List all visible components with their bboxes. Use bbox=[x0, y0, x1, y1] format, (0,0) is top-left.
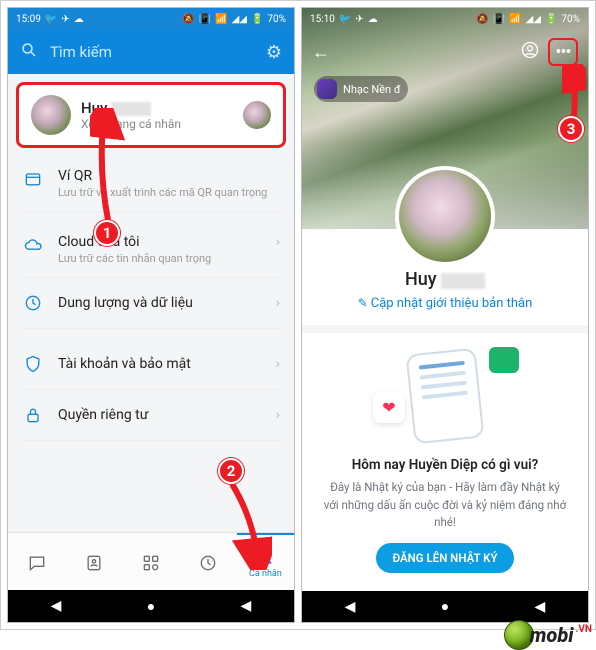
menu-item-qr[interactable]: Ví QRLưu trữ và xuất trình các mã QR qua… bbox=[22, 156, 280, 212]
diary-illustration: ❤ bbox=[365, 347, 525, 447]
back-icon[interactable]: ← bbox=[312, 42, 330, 63]
twitter-icon: 🐦 bbox=[339, 14, 351, 25]
search-input[interactable]: Tìm kiếm bbox=[50, 43, 112, 61]
menu-item-cloud[interactable]: Cloud của tôiLưu trữ các tin nhắn quan t… bbox=[22, 222, 280, 278]
message-icon bbox=[489, 347, 519, 373]
diary-question: Hôm nay Huyền Diệp có gì vui? bbox=[322, 457, 568, 473]
status-time: 15:09 bbox=[16, 14, 41, 25]
dnd-icon: 🔕 bbox=[182, 14, 194, 25]
profile-avatar[interactable] bbox=[395, 166, 495, 266]
settings-icon[interactable]: ⚙ bbox=[266, 42, 282, 63]
shield-icon bbox=[22, 353, 44, 375]
nav-home-icon[interactable]: ● bbox=[147, 598, 155, 615]
send-icon: ✈ bbox=[61, 14, 69, 25]
wifi-icon: 📶 bbox=[215, 14, 227, 25]
profile-name: Huy bbox=[318, 269, 572, 290]
search-icon[interactable] bbox=[20, 41, 38, 63]
battery-icon: 🔋 bbox=[251, 14, 263, 25]
battery-pct: 70% bbox=[561, 14, 580, 25]
profile-card[interactable]: Huy Xem trang cá nhân bbox=[16, 82, 286, 148]
arrow-2 bbox=[222, 480, 272, 570]
chevron-right-icon: › bbox=[276, 234, 280, 250]
signal-icon: ◢◢ bbox=[232, 14, 247, 25]
switch-account-avatar[interactable] bbox=[243, 101, 271, 129]
arrow-1 bbox=[90, 108, 130, 228]
wifi-icon: 📶 bbox=[509, 14, 521, 25]
watermark: mobi .VN bbox=[504, 620, 592, 650]
dnd-icon: 🔕 bbox=[476, 14, 488, 25]
profile-topbar: ← ••• bbox=[302, 30, 588, 74]
callout-2: 2 bbox=[218, 458, 244, 484]
chat-icon: ☁ bbox=[368, 14, 378, 25]
search-header: Tìm kiếm ⚙ bbox=[8, 30, 294, 74]
android-nav: ◀ ● ◀ bbox=[8, 590, 294, 622]
music-icon bbox=[317, 79, 337, 99]
android-nav: ◀ ● ◀ bbox=[302, 591, 588, 622]
nav-back-icon[interactable]: ◀ bbox=[345, 599, 356, 615]
chevron-right-icon: › bbox=[276, 295, 280, 311]
callout-1: 1 bbox=[94, 220, 120, 246]
vibrate-icon: 📳 bbox=[493, 14, 505, 25]
music-badge[interactable]: Nhạc Nền đ bbox=[314, 76, 408, 102]
more-button[interactable]: ••• bbox=[548, 38, 578, 66]
twitter-icon: 🐦 bbox=[45, 14, 57, 25]
qr-wallet-icon bbox=[22, 168, 44, 190]
avatar bbox=[31, 95, 71, 135]
nav-home-icon[interactable]: ● bbox=[441, 598, 449, 615]
data-usage-icon bbox=[22, 292, 44, 314]
arrow-3 bbox=[562, 64, 586, 120]
menu-item-privacy[interactable]: Quyền riêng tư › bbox=[22, 390, 280, 441]
nav-contacts[interactable] bbox=[65, 533, 122, 590]
nav-recent-icon[interactable]: ◀ bbox=[241, 598, 252, 614]
callout-3: 3 bbox=[558, 116, 584, 142]
battery-pct: 70% bbox=[267, 14, 286, 25]
nav-recent-icon[interactable]: ◀ bbox=[535, 599, 546, 615]
diary-prompt: ❤ Hôm nay Huyền Diệp có gì vui? Đây là N… bbox=[302, 333, 588, 591]
settings-menu: Ví QRLưu trữ và xuất trình các mã QR qua… bbox=[8, 156, 294, 441]
chevron-right-icon: › bbox=[276, 356, 280, 372]
update-intro-link[interactable]: Cập nhật giới thiệu bản thân bbox=[318, 296, 572, 311]
cloud-icon bbox=[22, 234, 44, 256]
vibrate-icon: 📳 bbox=[199, 14, 211, 25]
menu-item-security[interactable]: Tài khoản và bảo mật › bbox=[22, 339, 280, 390]
diary-desc: Đây là Nhật ký của bạn - Hãy làm đầy Nhậ… bbox=[322, 479, 568, 531]
phone-profile-screen: 15:10🐦✈☁ 🔕📳📶◢◢🔋70% ← ••• Nhạc Nền đ Huy … bbox=[301, 7, 589, 623]
nav-back-icon[interactable]: ◀ bbox=[51, 598, 62, 614]
lock-icon bbox=[22, 404, 44, 426]
heart-icon: ❤ bbox=[373, 391, 405, 423]
status-time: 15:10 bbox=[310, 14, 335, 25]
status-bar: 15:09 🐦 ✈ ☁ 🔕 📳 📶 ◢◢ 🔋 70% bbox=[8, 8, 294, 30]
post-diary-button[interactable]: ĐĂNG LÊN NHẬT KÝ bbox=[376, 543, 513, 573]
call-icon[interactable] bbox=[520, 40, 540, 65]
send-icon: ✈ bbox=[355, 14, 363, 25]
signal-icon: ◢◢ bbox=[526, 14, 541, 25]
nav-discover[interactable] bbox=[122, 533, 179, 590]
menu-item-data[interactable]: Dung lượng và dữ liệu › bbox=[22, 278, 280, 329]
chevron-right-icon: › bbox=[276, 407, 280, 423]
nav-messages[interactable] bbox=[8, 533, 65, 590]
status-bar: 15:10 🐦 ✈ ☁ 🔕 📳 📶 ◢◢ 🔋 70% bbox=[302, 8, 588, 30]
battery-icon: 🔋 bbox=[545, 14, 557, 25]
chat-icon: ☁ bbox=[74, 14, 84, 25]
